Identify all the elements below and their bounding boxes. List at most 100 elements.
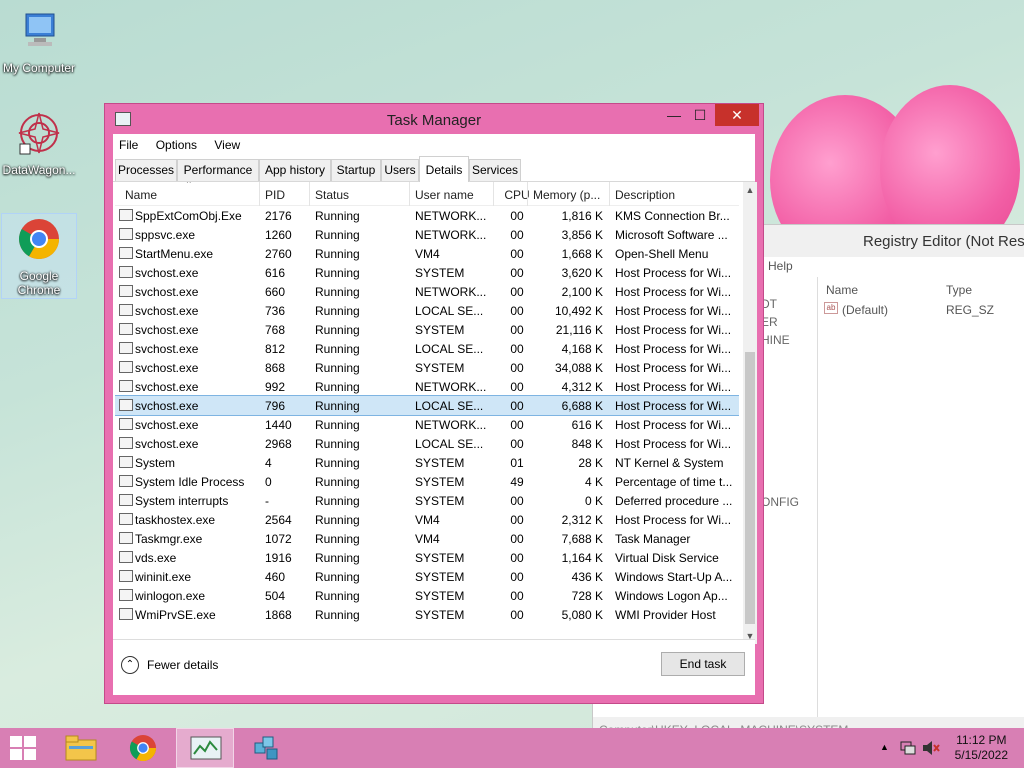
- process-pid: 1072: [265, 532, 292, 546]
- table-row[interactable]: sppsvc.exe 1260 Running NETWORK... 00 3,856 K…: [115, 225, 739, 244]
- tab-app-history[interactable]: App history: [259, 159, 331, 181]
- menu-options[interactable]: Options: [156, 138, 197, 152]
- table-row[interactable]: svchost.exe 868 Running SYSTEM 00 34,088 K Hos…: [115, 358, 739, 377]
- process-pid: 2968: [265, 437, 292, 451]
- table-row[interactable]: svchost.exe 992 Running NETWORK... 00 4,312 K…: [115, 377, 739, 396]
- table-row[interactable]: System 4 Running SYSTEM 01 28 K NT Kernel & Sy…: [115, 453, 739, 472]
- process-description: Host Process for Wi...: [615, 361, 732, 375]
- table-row[interactable]: svchost.exe 2968 Running LOCAL SE... 00 848 K…: [115, 434, 739, 453]
- table-row[interactable]: SppExtComObj.Exe 2176 Running NETWORK... 00 1…: [115, 206, 739, 225]
- taskbar-clock[interactable]: 11:12 PM 5/15/2022: [955, 733, 1008, 763]
- col-pid[interactable]: PID: [265, 188, 311, 202]
- registry-value-row[interactable]: ab (Default) REG_SZ: [818, 299, 1024, 319]
- process-name: SppExtComObj.Exe: [135, 209, 242, 223]
- process-memory: 4,312 K: [561, 380, 603, 394]
- start-button[interactable]: [0, 728, 48, 768]
- table-row[interactable]: winlogon.exe 504 Running SYSTEM 00 728 K Windo…: [115, 586, 739, 605]
- col-description[interactable]: Description: [615, 188, 737, 202]
- process-user: SYSTEM: [415, 475, 465, 489]
- menu-file[interactable]: File: [119, 138, 138, 152]
- process-cpu: 00: [510, 380, 524, 394]
- tab-users[interactable]: Users: [381, 159, 419, 181]
- table-row[interactable]: System Idle Process 0 Running SYSTEM 49 4 K Pe…: [115, 472, 739, 491]
- process-status: Running: [315, 513, 360, 527]
- network-icon[interactable]: [900, 740, 916, 756]
- task-manager-titlebar[interactable]: Task Manager — ☐ ✕: [105, 104, 763, 134]
- col-memory[interactable]: Memory (p...: [533, 188, 603, 202]
- scroll-up-arrow-icon[interactable]: ▲: [743, 182, 757, 198]
- desktop-icon-datawagon[interactable]: DataWagon...: [1, 110, 77, 177]
- process-status: Running: [315, 323, 360, 337]
- process-memory: 1,668 K: [561, 247, 603, 261]
- tab-startup[interactable]: Startup: [331, 159, 381, 181]
- process-name: wininit.exe: [135, 570, 192, 584]
- process-details-table[interactable]: ⌃ Name PID Status User name CPU Memory (…: [115, 182, 739, 646]
- process-description: Deferred procedure ...: [615, 494, 733, 508]
- table-row[interactable]: svchost.exe 812 Running LOCAL SE... 00 4,168 …: [115, 339, 739, 358]
- process-cpu: 00: [510, 532, 524, 546]
- process-user: LOCAL SE...: [415, 342, 484, 356]
- table-row[interactable]: taskhostex.exe 2564 Running VM4 00 2,312 K Hos…: [115, 510, 739, 529]
- fewer-details-link[interactable]: ⌃ Fewer details: [121, 654, 218, 676]
- tab-services[interactable]: Services: [469, 159, 521, 181]
- registry-tree-item[interactable]: HINE: [761, 333, 790, 347]
- minimize-button[interactable]: —: [661, 104, 687, 126]
- maximize-button[interactable]: ☐: [687, 104, 713, 126]
- registry-values-list[interactable]: Name Type ab (Default) REG_SZ: [817, 277, 1024, 717]
- volume-muted-icon[interactable]: [922, 740, 940, 756]
- process-user: VM4: [415, 513, 440, 527]
- close-button[interactable]: ✕: [715, 104, 759, 126]
- desktop-icon-label: Google Chrome: [17, 269, 61, 297]
- table-row[interactable]: System interrupts - Running SYSTEM 00 0 K Defe…: [115, 491, 739, 510]
- registry-col-type[interactable]: Type: [946, 283, 972, 297]
- tab-performance[interactable]: Performance: [177, 159, 259, 181]
- col-user-name[interactable]: User name: [415, 188, 497, 202]
- process-user: SYSTEM: [415, 494, 465, 508]
- table-row[interactable]: svchost.exe 736 Running LOCAL SE... 00 10,492…: [115, 301, 739, 320]
- table-row[interactable]: svchost.exe 660 Running NETWORK... 00 2,100 K…: [115, 282, 739, 301]
- taskbar-task-manager[interactable]: [176, 728, 234, 768]
- table-row[interactable]: vds.exe 1916 Running SYSTEM 00 1,164 K Virtual…: [115, 548, 739, 567]
- taskbar-file-explorer[interactable]: [52, 728, 110, 768]
- process-icon: [119, 494, 133, 506]
- process-name: svchost.exe: [135, 399, 199, 413]
- process-icon: [119, 589, 133, 601]
- process-icon: [119, 304, 133, 316]
- process-cpu: 00: [510, 589, 524, 603]
- process-description: Windows Start-Up A...: [615, 570, 733, 584]
- process-description: Virtual Disk Service: [615, 551, 719, 565]
- table-row[interactable]: svchost.exe 616 Running SYSTEM 00 3,620 K Host…: [115, 263, 739, 282]
- desktop-icon-my-computer[interactable]: My Computer: [1, 8, 77, 75]
- process-cpu: 00: [510, 228, 524, 242]
- registry-editor-icon: [254, 736, 278, 760]
- vertical-scrollbar[interactable]: ▲ ▼: [743, 182, 757, 644]
- table-row[interactable]: WmiPrvSE.exe 1868 Running SYSTEM 00 5,080 K WM…: [115, 605, 739, 624]
- tab-details[interactable]: Details: [419, 156, 469, 182]
- table-row[interactable]: StartMenu.exe 2760 Running VM4 00 1,668 K Open…: [115, 244, 739, 263]
- show-hidden-icons-icon[interactable]: ▲: [880, 742, 889, 752]
- col-name[interactable]: Name: [125, 188, 251, 202]
- table-row[interactable]: svchost.exe 768 Running SYSTEM 00 21,116 K Hos…: [115, 320, 739, 339]
- table-row[interactable]: Taskmgr.exe 1072 Running VM4 00 7,688 K Task M…: [115, 529, 739, 548]
- menu-view[interactable]: View: [214, 138, 240, 152]
- scrollbar-thumb[interactable]: [745, 352, 755, 624]
- col-status[interactable]: Status: [315, 188, 411, 202]
- table-row[interactable]: wininit.exe 460 Running SYSTEM 00 436 K Window…: [115, 567, 739, 586]
- tab-processes[interactable]: Processes: [115, 159, 177, 181]
- registry-tree-item[interactable]: ONFIG: [761, 495, 799, 509]
- process-memory: 4,168 K: [561, 342, 603, 356]
- desktop-icon-google-chrome[interactable]: Google Chrome: [1, 213, 77, 299]
- process-icon: [119, 399, 133, 411]
- task-manager-window[interactable]: Task Manager — ☐ ✕ File Options View Pro…: [104, 103, 764, 704]
- taskbar-registry-editor[interactable]: [238, 728, 296, 768]
- process-name: svchost.exe: [135, 342, 199, 356]
- registry-col-name[interactable]: Name: [826, 283, 858, 297]
- process-description: KMS Connection Br...: [615, 209, 730, 223]
- table-row[interactable]: svchost.exe 1440 Running NETWORK... 00 616 K H…: [115, 415, 739, 434]
- process-description: Host Process for Wi...: [615, 342, 732, 356]
- end-task-button[interactable]: End task: [661, 652, 745, 676]
- taskbar-chrome[interactable]: [114, 728, 172, 768]
- col-cpu[interactable]: CPU: [499, 188, 535, 202]
- process-name: svchost.exe: [135, 304, 199, 318]
- table-row[interactable]: svchost.exe 796 Running LOCAL SE... 00 6,688 …: [115, 395, 739, 416]
